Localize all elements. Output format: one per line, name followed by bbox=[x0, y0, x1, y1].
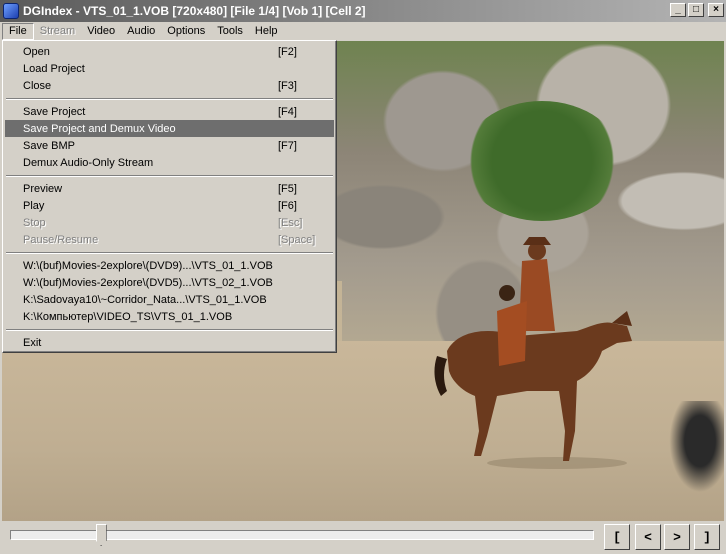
menu-item-label: Load Project bbox=[23, 62, 85, 75]
menu-item-pause-resume[interactable]: Pause/Resume [Space] bbox=[5, 231, 334, 248]
video-tree bbox=[462, 101, 622, 221]
step-back-button[interactable]: < bbox=[635, 524, 661, 550]
menu-item-label: Save BMP bbox=[23, 139, 75, 152]
navigation-controls: [ < > ] bbox=[0, 521, 726, 554]
menu-item-label: Save Project bbox=[23, 105, 86, 118]
menu-separator bbox=[5, 94, 334, 103]
menu-item-save-project[interactable]: Save Project [F4] bbox=[5, 103, 334, 120]
step-forward-button[interactable]: > bbox=[664, 524, 690, 550]
menu-item-play[interactable]: Play [F6] bbox=[5, 197, 334, 214]
menu-item-shortcut: [F4] bbox=[278, 105, 297, 118]
menu-item-recent-file[interactable]: K:\Компьютер\VIDEO_TS\VTS_01_1.VOB bbox=[5, 308, 334, 325]
menu-item-shortcut: [F6] bbox=[278, 199, 297, 212]
menu-item-label: W:\(buf)Movies-2explore\(DVD5)...\VTS_02… bbox=[23, 276, 273, 289]
app-icon bbox=[3, 3, 19, 19]
menu-item-label: Open bbox=[23, 45, 50, 58]
menu-item-close[interactable]: Close [F3] bbox=[5, 77, 334, 94]
menu-item-stop[interactable]: Stop [Esc] bbox=[5, 214, 334, 231]
menu-item-shortcut: [F5] bbox=[278, 182, 297, 195]
menu-item-label: K:\Sadovaya10\~Corridor_Nata...\VTS_01_1… bbox=[23, 293, 267, 306]
menu-item-preview[interactable]: Preview [F5] bbox=[5, 180, 334, 197]
menu-separator bbox=[5, 325, 334, 334]
menu-item-exit[interactable]: Exit bbox=[5, 334, 334, 351]
title-bar[interactable]: DGIndex - VTS_01_1.VOB [720x480] [File 1… bbox=[0, 0, 726, 22]
window-title: DGIndex - VTS_01_1.VOB [720x480] [File 1… bbox=[23, 4, 366, 18]
mark-start-button[interactable]: [ bbox=[604, 524, 630, 550]
menu-stream[interactable]: Stream bbox=[34, 23, 81, 40]
window-controls: _ □ × bbox=[670, 3, 724, 17]
menu-item-shortcut: [F3] bbox=[278, 79, 297, 92]
menu-item-label: Pause/Resume bbox=[23, 233, 99, 246]
menu-item-save-project-demux[interactable]: Save Project and Demux Video bbox=[5, 120, 334, 137]
menu-item-label: Preview bbox=[23, 182, 63, 195]
menu-item-label: Save Project and Demux Video bbox=[23, 122, 176, 135]
menu-item-label: Demux Audio-Only Stream bbox=[23, 156, 154, 169]
position-slider-thumb[interactable] bbox=[95, 524, 107, 546]
menu-item-recent-file[interactable]: W:\(buf)Movies-2explore\(DVD9)...\VTS_01… bbox=[5, 257, 334, 274]
video-horse-rider bbox=[427, 231, 637, 471]
menu-item-load-project[interactable]: Load Project bbox=[5, 60, 334, 77]
menu-item-save-bmp[interactable]: Save BMP [F7] bbox=[5, 137, 334, 154]
menu-item-shortcut: [F2] bbox=[278, 45, 297, 58]
minimize-button[interactable]: _ bbox=[670, 3, 686, 17]
menu-separator bbox=[5, 171, 334, 180]
menu-options[interactable]: Options bbox=[161, 23, 211, 40]
menu-item-shortcut: [Space] bbox=[278, 233, 316, 246]
menu-item-shortcut: [Esc] bbox=[278, 216, 303, 229]
menu-item-shortcut: [F7] bbox=[278, 139, 297, 152]
close-button[interactable]: × bbox=[708, 3, 724, 17]
menu-item-label: W:\(buf)Movies-2explore\(DVD9)...\VTS_01… bbox=[23, 259, 273, 272]
menu-help[interactable]: Help bbox=[249, 23, 284, 40]
menu-separator bbox=[5, 248, 334, 257]
menu-bar: File Stream Video Audio Options Tools He… bbox=[0, 22, 726, 40]
menu-item-label: Exit bbox=[23, 336, 42, 349]
menu-item-demux-audio[interactable]: Demux Audio-Only Stream bbox=[5, 154, 334, 171]
menu-file[interactable]: File bbox=[2, 22, 34, 40]
menu-audio[interactable]: Audio bbox=[121, 23, 161, 40]
video-corner-object bbox=[664, 401, 724, 501]
menu-item-label: Play bbox=[23, 199, 45, 212]
menu-item-recent-file[interactable]: K:\Sadovaya10\~Corridor_Nata...\VTS_01_1… bbox=[5, 291, 334, 308]
file-menu-dropdown: Open [F2] Load Project Close [F3] Save P… bbox=[2, 40, 337, 353]
mark-end-button[interactable]: ] bbox=[694, 524, 720, 550]
menu-item-open[interactable]: Open [F2] bbox=[5, 43, 334, 60]
menu-item-label: Close bbox=[23, 79, 52, 92]
menu-item-recent-file[interactable]: W:\(buf)Movies-2explore\(DVD5)...\VTS_02… bbox=[5, 274, 334, 291]
menu-item-label: K:\Компьютер\VIDEO_TS\VTS_01_1.VOB bbox=[23, 310, 233, 323]
maximize-button[interactable]: □ bbox=[688, 3, 704, 17]
menu-video[interactable]: Video bbox=[81, 23, 121, 40]
menu-item-label: Stop bbox=[23, 216, 46, 229]
menu-tools[interactable]: Tools bbox=[211, 23, 249, 40]
